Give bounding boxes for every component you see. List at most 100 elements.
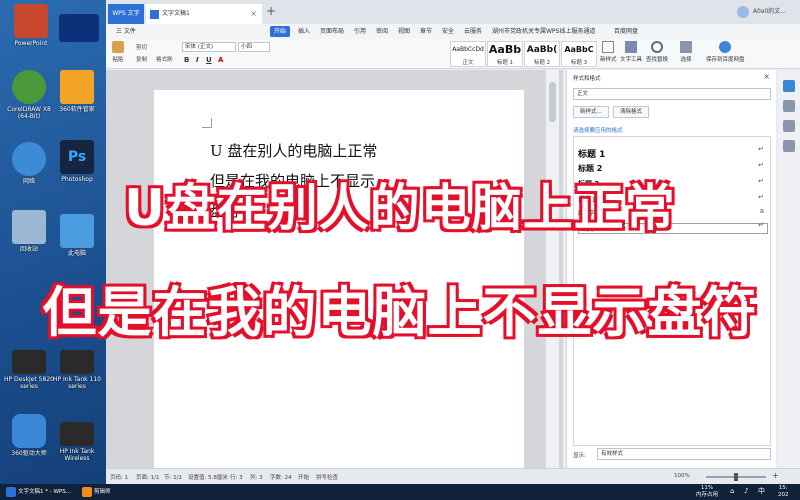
new-style-panel-button[interactable]: 新样式... bbox=[573, 106, 609, 118]
status-bar: 页码: 1 页面: 1/1 节: 1/1 设置值: 5.8厘米 行: 3 列: … bbox=[106, 468, 800, 484]
avatar bbox=[736, 6, 749, 18]
taskbar: 文字文稿1 * - WPS... 剪辑师 11% 内存占用 ⌂ ♪ 中 15: … bbox=[0, 484, 800, 500]
menu-insert[interactable]: 插入 bbox=[294, 26, 314, 37]
desktop-icon-360-driver[interactable]: 360驱动大师 bbox=[4, 414, 54, 457]
panel-tip: 请选择要应用的格式 bbox=[573, 128, 623, 134]
tab-wps-home[interactable]: WPS 文字 bbox=[108, 4, 144, 24]
clock[interactable]: 15: 202 bbox=[778, 485, 789, 499]
document-icon bbox=[150, 10, 159, 19]
menu-references[interactable]: 引用 bbox=[350, 26, 370, 37]
menu-review[interactable]: 审阅 bbox=[372, 26, 392, 37]
menu-section[interactable]: 章节 bbox=[416, 26, 436, 37]
desktop-icon-hp-deskjet[interactable]: HP DeskJet 5820 series bbox=[4, 350, 54, 390]
copy-button[interactable]: 复制 bbox=[136, 55, 147, 63]
style-heading-2[interactable]: AaBb( 标题 2 bbox=[524, 41, 560, 67]
desktop-icon-powerpoint[interactable]: PowerPoint bbox=[6, 4, 56, 47]
spellcheck-toggle[interactable]: 拼写检查 bbox=[316, 473, 338, 481]
list-item[interactable]: 标题 1 bbox=[578, 147, 605, 160]
powerpoint-icon bbox=[14, 4, 48, 38]
tools-icon[interactable] bbox=[783, 140, 795, 152]
folder-icon bbox=[59, 14, 99, 42]
menu-bar: 三 文件 开始 插入 页面布局 引用 审阅 视图 章节 安全 云服务 湖州市党政… bbox=[106, 24, 800, 39]
printer-icon bbox=[12, 350, 46, 374]
page-count: 页面: 1/1 bbox=[136, 475, 160, 481]
user-account[interactable]: A0a0的文... bbox=[736, 4, 786, 20]
menu-security[interactable]: 安全 bbox=[438, 26, 458, 37]
document-line-1: U 盘在别人的电脑上正常 bbox=[210, 142, 378, 160]
show-select[interactable]: 有效样式 bbox=[597, 448, 771, 460]
printer-icon bbox=[60, 422, 94, 446]
underline-button[interactable]: U bbox=[206, 56, 212, 64]
zoom-in-icon[interactable]: + bbox=[772, 471, 779, 480]
zoom-level[interactable]: 100% bbox=[674, 473, 690, 479]
clear-format-button[interactable]: 清除格式 bbox=[613, 106, 650, 118]
menu-view[interactable]: 视图 bbox=[394, 26, 414, 37]
input-method-icon[interactable]: 中 bbox=[758, 488, 765, 495]
word-count[interactable]: 字数: 24 bbox=[270, 473, 292, 481]
desktop-icon-360-manager[interactable]: 360软件管家 bbox=[52, 70, 102, 113]
font-color-button[interactable]: A bbox=[218, 56, 223, 64]
taskbar-item-editor[interactable]: 剪辑师 bbox=[80, 485, 130, 499]
styles-panel-icon[interactable] bbox=[783, 80, 795, 92]
desktop-icon-coreldraw[interactable]: CorelDRAW X8 (64-Bit) bbox=[4, 70, 54, 120]
zoom-slider-knob[interactable] bbox=[734, 473, 738, 481]
scrollbar-thumb[interactable] bbox=[549, 82, 556, 122]
cursor-icon bbox=[680, 41, 692, 53]
menu-cloud[interactable]: 云服务 bbox=[460, 26, 486, 37]
style-heading-3[interactable]: AaBbC 标题 3 bbox=[561, 41, 597, 67]
title-bar: WPS 文字 文字文稿1 × + A0a0的文... bbox=[106, 0, 800, 24]
cut-button[interactable]: 剪切 bbox=[136, 43, 147, 51]
font-name-select[interactable]: 宋体 (正文) bbox=[182, 42, 236, 52]
tab-document[interactable]: 文字文稿1 × bbox=[146, 4, 262, 24]
mode-indicator[interactable]: 开始 bbox=[298, 473, 309, 481]
select-icon[interactable] bbox=[783, 100, 795, 112]
menu-baidu-pan[interactable]: 百度网盘 bbox=[610, 26, 642, 37]
desktop-icon-hp-inktank[interactable]: HP Ink Tank 110 series bbox=[52, 350, 102, 390]
desktop-icon-blank[interactable] bbox=[54, 14, 104, 44]
section-count: 节: 1/1 bbox=[164, 475, 182, 481]
find-replace-button[interactable]: 查找替换 bbox=[646, 41, 668, 63]
text-tools-button[interactable]: 文字工具 bbox=[620, 41, 642, 63]
menu-layout[interactable]: 页面布局 bbox=[316, 26, 348, 37]
wps-icon bbox=[6, 487, 16, 497]
page-number: 页码: 1 bbox=[110, 475, 129, 481]
font-size-select[interactable]: 小四 bbox=[238, 42, 270, 52]
crop-mark bbox=[202, 118, 212, 128]
row-number: 行: 3 bbox=[230, 475, 243, 481]
select-button[interactable]: 选择 bbox=[680, 41, 692, 63]
printer-icon bbox=[60, 350, 94, 374]
wps-window: WPS 文字 文字文稿1 × + A0a0的文... 三 文件 开始 插入 页面… bbox=[106, 0, 800, 484]
setting-value: 设置值: 5.8厘米 bbox=[188, 475, 228, 481]
close-tab-icon[interactable]: × bbox=[250, 4, 257, 24]
menu-file[interactable]: 三 文件 bbox=[112, 26, 140, 37]
editor-icon bbox=[82, 487, 92, 497]
format-painter-button[interactable]: 格式刷 bbox=[156, 55, 173, 63]
memory-usage[interactable]: 11% 内存占用 bbox=[696, 485, 718, 499]
style-normal[interactable]: AaBbCcDd 正文 bbox=[450, 41, 486, 67]
ribbon: 粘贴 剪切 复制 格式刷 宋体 (正文) 小四 B I U A AaBbCcDd… bbox=[106, 39, 800, 69]
new-tab-icon[interactable]: + bbox=[266, 4, 276, 18]
current-style-field[interactable]: 正文 bbox=[573, 88, 771, 100]
caption-line-1: U盘在别人的电脑上正常 bbox=[123, 178, 676, 238]
properties-icon[interactable] bbox=[783, 120, 795, 132]
menu-gov-channel[interactable]: 湖州市党政机关专属WPS线上服务通道 bbox=[488, 26, 599, 37]
network-tray-icon[interactable]: ⌂ bbox=[730, 488, 734, 495]
style-heading-1[interactable]: AaBb 标题 1 bbox=[487, 41, 523, 67]
document-tab-label: 文字文稿1 bbox=[162, 10, 190, 17]
close-icon[interactable]: × bbox=[763, 72, 770, 81]
italic-button[interactable]: I bbox=[196, 56, 199, 64]
new-style-icon bbox=[602, 41, 615, 53]
menu-start[interactable]: 开始 bbox=[270, 26, 291, 37]
zoom-slider[interactable] bbox=[706, 473, 766, 481]
paragraph-mark-icon: ↵ bbox=[758, 145, 764, 153]
desktop-icon-hp-wireless[interactable]: HP Ink Tank Wireless bbox=[52, 422, 102, 462]
paste-button[interactable]: 粘贴 bbox=[112, 41, 124, 63]
taskbar-item-wps[interactable]: 文字文稿1 * - WPS... bbox=[4, 485, 78, 499]
save-cloud-button[interactable]: 保存到百度网盘 bbox=[706, 41, 745, 63]
bold-button[interactable]: B bbox=[184, 56, 189, 64]
cloud-icon bbox=[719, 41, 732, 53]
column-number: 列: 3 bbox=[250, 475, 263, 481]
volume-icon[interactable]: ♪ bbox=[744, 488, 748, 495]
show-label: 显示: bbox=[573, 453, 586, 459]
new-style-button[interactable]: 新样式 bbox=[600, 41, 617, 63]
